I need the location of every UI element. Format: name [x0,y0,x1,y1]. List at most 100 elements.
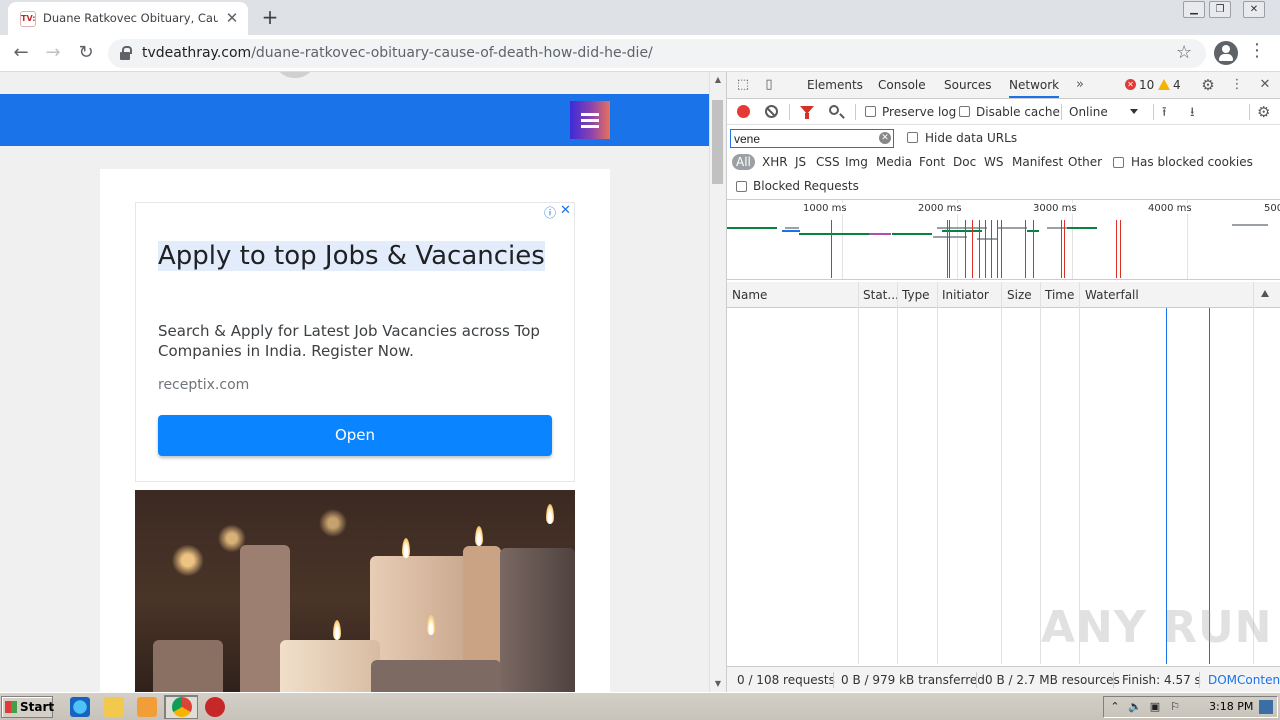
network-overview-timeline[interactable]: 1000 ms 2000 ms 3000 ms 4000 ms 500 [727,199,1280,280]
column-status[interactable]: Stat... [863,288,899,302]
restore-button[interactable]: ❐ [1209,1,1231,18]
has-blocked-cookies-label[interactable]: Has blocked cookies [1131,155,1253,169]
back-button[interactable]: ← [8,40,34,66]
column-initiator[interactable]: Initiator [942,288,989,302]
browser-menu-icon[interactable]: ⋮ [1248,40,1266,61]
start-button[interactable]: Start [1,696,54,718]
type-filter-doc[interactable]: Doc [953,155,976,169]
warning-count[interactable]: 4 [1173,78,1181,92]
filter-clear-icon[interactable]: ✕ [879,132,891,144]
page-scrollbar[interactable]: ▲ ▼ [709,72,726,692]
profile-avatar-icon[interactable] [1214,41,1238,65]
column-name[interactable]: Name [732,288,767,302]
export-har-icon[interactable]: ⭳ [1190,103,1195,125]
type-filter-all[interactable]: All [732,154,755,170]
device-toolbar-icon[interactable]: ▯ [761,77,777,93]
hide-data-urls-label[interactable]: Hide data URLs [925,131,1017,145]
column-type[interactable]: Type [902,288,930,302]
ad-info-icon[interactable]: ⓘ [544,204,556,221]
type-filter-css[interactable]: CSS [816,155,840,169]
browser-tab[interactable]: TV: Duane Ratkovec Obituary, Cause of ✕ [8,2,248,35]
preserve-log-checkbox[interactable] [865,106,876,117]
chrome-taskbar-button[interactable] [164,695,198,719]
scroll-up-arrow-icon[interactable]: ▲ [710,72,726,88]
error-icon[interactable]: ✕ [1125,79,1136,90]
type-filter-img[interactable]: Img [845,155,868,169]
bookmark-star-icon[interactable]: ☆ [1176,42,1192,63]
url-text[interactable]: tvdeathray.com/duane-ratkovec-obituary-c… [142,45,653,61]
disable-cache-label[interactable]: Disable cache [976,105,1060,119]
has-blocked-cookies-checkbox[interactable] [1113,157,1124,168]
address-bar[interactable]: tvdeathray.com/duane-ratkovec-obituary-c… [108,39,1206,68]
ad-headline[interactable]: Apply to top Jobs & Vacancies [158,239,558,274]
type-filter-media[interactable]: Media [876,155,912,169]
volume-icon[interactable]: 🔈 [1128,700,1142,714]
file-explorer-icon[interactable] [104,697,124,717]
inspect-element-icon[interactable]: ⬚ [735,77,751,93]
preserve-log-label[interactable]: Preserve log [882,105,956,119]
error-count[interactable]: 10 [1139,78,1154,92]
toolbar-divider [1061,104,1062,120]
type-filter-js[interactable]: JS [795,155,806,169]
column-time[interactable]: Time [1045,288,1074,302]
show-desktop-icon[interactable] [1259,700,1273,714]
more-tabs-chevron-icon[interactable]: » [1072,77,1088,93]
warning-icon[interactable] [1158,79,1170,90]
filter-input[interactable] [730,129,894,148]
column-waterfall[interactable]: Waterfall [1085,288,1139,302]
tab-network[interactable]: Network [1009,78,1060,98]
blocked-requests-checkbox[interactable] [736,181,747,192]
blocked-requests-label[interactable]: Blocked Requests [753,179,859,193]
new-tab-button[interactable]: + [258,5,282,29]
tray-expand-icon[interactable]: ⌃ [1108,700,1122,714]
media-player-icon[interactable] [137,697,157,717]
ad-domain[interactable]: receptix.com [158,377,249,393]
network-icon[interactable]: ▣ [1148,700,1162,714]
tab-close-icon[interactable]: ✕ [223,9,241,27]
tab-sources[interactable]: Sources [944,78,991,92]
browser-tabbar: TV: Duane Ratkovec Obituary, Cause of ✕ … [0,0,1280,35]
clear-icon[interactable] [765,105,778,118]
type-filter-ws[interactable]: WS [984,155,1003,169]
scroll-down-arrow-icon[interactable]: ▼ [710,676,726,692]
close-window-button[interactable]: ✕ [1243,1,1265,18]
forward-button[interactable]: → [40,40,66,66]
network-settings-gear-icon[interactable]: ⚙ [1257,103,1270,121]
type-filter-other[interactable]: Other [1068,155,1102,169]
reload-button[interactable]: ↻ [73,40,99,66]
action-center-flag-icon[interactable]: ⚐ [1168,700,1182,714]
ad-close-icon[interactable]: ✕ [560,203,571,218]
type-filter-manifest[interactable]: Manifest [1012,155,1063,169]
type-filter-xhr[interactable]: XHR [762,155,788,169]
hamburger-menu-button[interactable] [570,101,610,139]
network-grid-header: Name Stat... Type Initiator Size Time Wa… [727,282,1280,308]
disable-cache-checkbox[interactable] [959,106,970,117]
internet-explorer-icon[interactable] [70,697,90,717]
settings-gear-icon[interactable]: ⚙ [1200,77,1216,93]
sort-ascending-icon[interactable] [1261,290,1269,297]
security-app-icon[interactable] [205,697,225,717]
hide-data-urls-checkbox[interactable] [907,132,918,143]
tab-elements[interactable]: Elements [807,78,863,92]
devtools-close-icon[interactable]: ✕ [1257,77,1273,93]
resource-type-filters: All XHR JS CSS Img Media Font Doc WS Man… [727,152,1280,176]
taskbar-clock[interactable]: 3:18 PM [1209,700,1253,713]
record-icon[interactable] [737,105,750,118]
ad-unit[interactable]: ⓘ ✕ Apply to top Jobs & Vacancies Search… [135,202,575,482]
lock-icon[interactable] [120,46,132,60]
scroll-thumb[interactable] [712,100,723,184]
minimize-button[interactable]: ▁ [1183,1,1205,18]
import-har-icon[interactable]: ⭱ [1162,103,1167,125]
filter-icon[interactable] [800,106,814,119]
chevron-down-icon[interactable] [1130,109,1138,114]
site-logo[interactable] [274,72,316,78]
candles-image [135,490,575,692]
tab-console[interactable]: Console [878,78,926,92]
devtools-menu-icon[interactable]: ⋮ [1229,77,1245,93]
search-icon[interactable] [829,105,839,115]
type-filter-font[interactable]: Font [919,155,945,169]
toolbar-divider [855,104,856,120]
ad-open-button[interactable]: Open [158,415,552,456]
column-size[interactable]: Size [1007,288,1032,302]
throttling-select[interactable]: Online [1069,105,1108,119]
